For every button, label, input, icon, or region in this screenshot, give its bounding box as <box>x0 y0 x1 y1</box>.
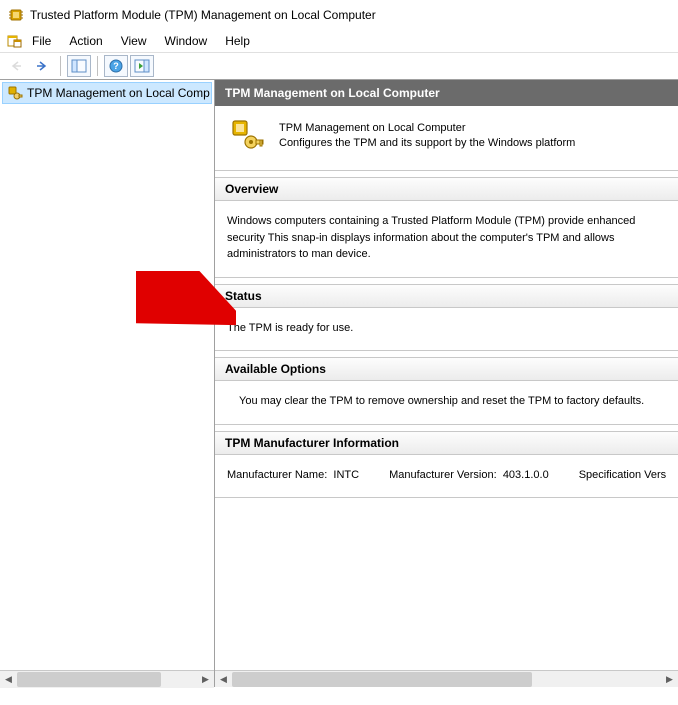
status-header: Status <box>215 285 678 308</box>
menu-help[interactable]: Help <box>217 32 258 50</box>
content-pane: TPM Management on Local Computer TPM Man… <box>215 80 678 687</box>
options-body: You may clear the TPM to remove ownershi… <box>215 381 678 424</box>
tpm-key-large-icon <box>229 118 265 154</box>
tree-root-label: TPM Management on Local Comp <box>27 86 210 100</box>
tree-pane: TPM Management on Local Comp ◀ ▶ <box>0 80 215 687</box>
toolbar: ? <box>0 52 678 80</box>
toolbar-separator <box>97 56 98 76</box>
menu-file[interactable]: File <box>24 32 59 50</box>
scroll-left-button[interactable]: ◀ <box>215 671 232 688</box>
description-body: Configures the TPM and its support by th… <box>279 136 575 151</box>
overview-section: Overview Windows computers containing a … <box>215 177 678 278</box>
description-title: TPM Management on Local Computer <box>279 121 575 136</box>
tpm-chip-icon <box>8 7 24 23</box>
tpm-key-icon <box>7 85 23 101</box>
overview-header: Overview <box>215 178 678 201</box>
scroll-right-button[interactable]: ▶ <box>661 671 678 688</box>
window-title: Trusted Platform Module (TPM) Management… <box>30 8 376 22</box>
options-header: Available Options <box>215 358 678 381</box>
options-section: Available Options You may clear the TPM … <box>215 357 678 425</box>
menu-window[interactable]: Window <box>157 32 216 50</box>
help-button[interactable]: ? <box>104 55 128 77</box>
console-icon <box>6 33 22 49</box>
menu-view[interactable]: View <box>113 32 155 50</box>
forward-button[interactable] <box>30 55 54 77</box>
mfr-version: Manufacturer Version: 403.1.0.0 <box>389 467 549 484</box>
scroll-right-button[interactable]: ▶ <box>197 671 214 688</box>
svg-text:?: ? <box>113 61 119 71</box>
menubar: File Action View Window Help <box>0 30 678 52</box>
tree-root-item[interactable]: TPM Management on Local Comp <box>2 82 212 104</box>
status-section: Status The TPM is ready for use. <box>215 284 678 352</box>
tree-hscrollbar[interactable]: ◀ ▶ <box>0 670 214 687</box>
manufacturer-header: TPM Manufacturer Information <box>215 432 678 455</box>
status-body: The TPM is ready for use. <box>215 308 678 351</box>
content-title: TPM Management on Local Computer <box>215 80 678 106</box>
overview-body: Windows computers containing a Trusted P… <box>215 201 678 277</box>
show-hide-tree-button[interactable] <box>67 55 91 77</box>
menu-action[interactable]: Action <box>61 32 110 50</box>
content-hscrollbar[interactable]: ◀ ▶ <box>215 670 678 687</box>
description-panel: TPM Management on Local Computer Configu… <box>215 106 678 171</box>
toolbar-separator <box>60 56 61 76</box>
scroll-left-button[interactable]: ◀ <box>0 671 17 688</box>
titlebar: Trusted Platform Module (TPM) Management… <box>0 0 678 30</box>
mfr-spec: Specification Vers <box>579 467 666 484</box>
action-pane-button[interactable] <box>130 55 154 77</box>
back-button[interactable] <box>4 55 28 77</box>
mfr-name: Manufacturer Name: INTC <box>227 467 359 484</box>
manufacturer-section: TPM Manufacturer Information Manufacture… <box>215 431 678 499</box>
